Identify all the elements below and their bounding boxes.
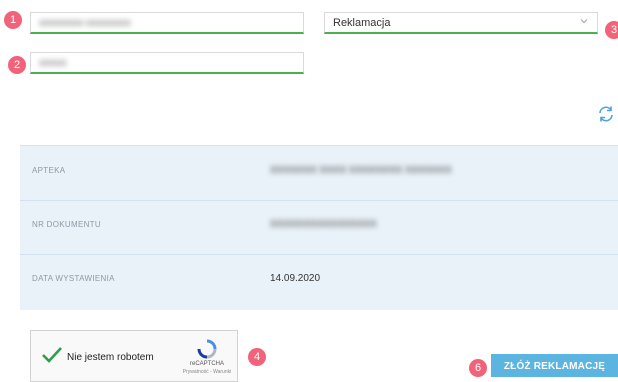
step-badge-1: 1 (4, 11, 22, 29)
pharmacy-value: XXXXXXX XXXX XXXXXXXX XXXXXXX (270, 165, 452, 176)
step-badge-4: 4 (248, 348, 266, 366)
request-type-value: Reklamacja (333, 17, 391, 29)
document-number-label: NR DOKUMENTU (32, 220, 101, 229)
recaptcha-brand: reCAPTCHA (189, 361, 224, 367)
recaptcha-logo-icon (197, 339, 217, 359)
detail-row-issue-date: DATA WYSTAWIENIA 14.09.2020 (20, 254, 618, 308)
request-type-select[interactable]: Reklamacja (324, 12, 598, 34)
recaptcha-label: Nie jestem robotem (67, 352, 154, 363)
refresh-icon[interactable] (596, 104, 616, 124)
submit-complaint-button[interactable]: ZŁÓŻ REKLAMACJĘ (491, 354, 618, 377)
document-number-value: XXXXXXXXXXXXXXXX (270, 219, 377, 230)
document-details-panel: APTEKA XXXXXXX XXXX XXXXXXXX XXXXXXX NR … (20, 145, 618, 310)
secondary-code-input[interactable]: xxxxx (30, 52, 304, 74)
step-badge-2: 2 (8, 56, 26, 74)
step-badge-6: 6 (469, 359, 487, 377)
issue-date-value: 14.09.2020 (270, 273, 321, 284)
pharmacy-label: APTEKA (32, 166, 66, 175)
checkmark-icon[interactable] (41, 345, 63, 365)
chevron-down-icon (580, 19, 588, 24)
recaptcha-widget[interactable]: Nie jestem robotem reCAPTCHA Prywatność … (30, 330, 238, 382)
step-badge-3: 3 (605, 21, 618, 39)
recaptcha-links[interactable]: Prywatność - Warunki (179, 369, 235, 375)
document-code-input[interactable]: xxxxxxxx-xxxxxxxx (30, 12, 304, 34)
issue-date-label: DATA WYSTAWIENIA (32, 274, 115, 283)
secondary-code-value: xxxxx (39, 57, 67, 69)
detail-row-document-number: NR DOKUMENTU XXXXXXXXXXXXXXXX (20, 200, 618, 255)
document-code-value: xxxxxxxx-xxxxxxxx (39, 17, 131, 29)
detail-row-pharmacy: APTEKA XXXXXXX XXXX XXXXXXXX XXXXXXX (20, 146, 618, 201)
